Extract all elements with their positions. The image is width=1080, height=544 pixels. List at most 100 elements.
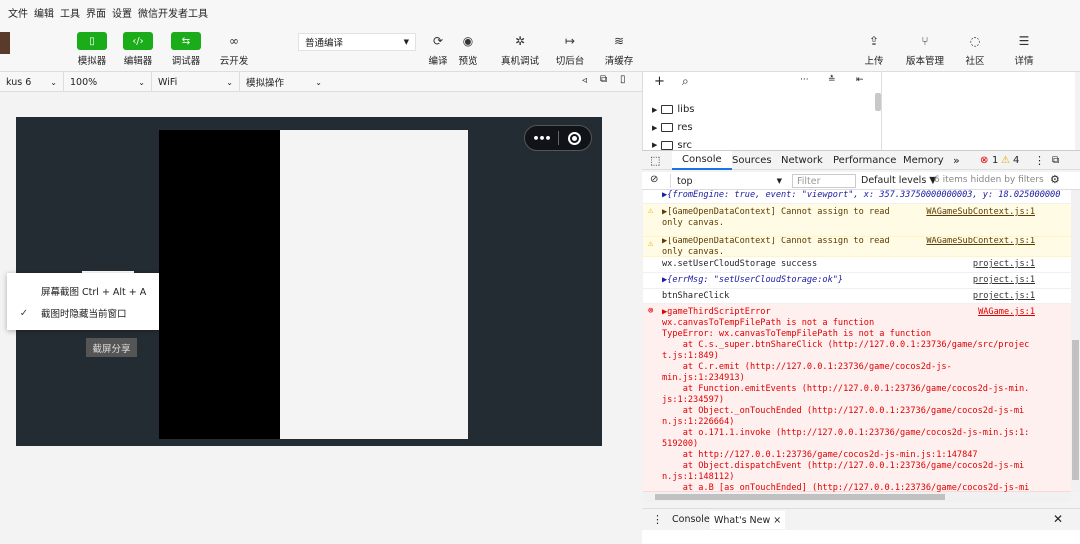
console-scrollbar[interactable]	[1072, 340, 1079, 480]
drawer-tab-console[interactable]: Console	[672, 514, 710, 525]
caret-right-icon: ▶	[652, 105, 658, 114]
upload-button[interactable]: ⇪ 上传	[852, 32, 896, 67]
simulator-button[interactable]: ▯ 模拟器	[70, 32, 114, 67]
gear-icon[interactable]: ⚙	[1050, 173, 1060, 186]
tab-console[interactable]: Console	[672, 151, 732, 170]
tab-sources[interactable]: Sources	[732, 151, 772, 170]
compile-mode-value: 普通编译	[305, 38, 344, 49]
context-select[interactable]: top ▼	[670, 174, 788, 188]
operation-select[interactable]: 模拟操作 ⌄	[240, 72, 328, 92]
network-select[interactable]: WiFi ⌄	[152, 72, 240, 92]
clear-cache-button[interactable]: ≋ 清缓存	[597, 32, 641, 67]
console-message: ▶[GameOpenDataContext] Cannot assign to …	[662, 237, 890, 257]
cloud-dev-button[interactable]: ∞ 云开发	[212, 32, 256, 67]
folder-icon	[661, 123, 674, 132]
compile-mode-select[interactable]: 普通编译 ▼	[298, 33, 416, 51]
console-filter-input[interactable]: Filter	[792, 174, 856, 188]
tab-performance[interactable]: Performance	[833, 151, 896, 170]
editor-button[interactable]: ‹/› 编辑器	[116, 32, 160, 67]
volume-icon[interactable]: ◃	[582, 75, 587, 86]
device-value: kus 6	[6, 76, 32, 88]
community-button[interactable]: ◌ 社区	[953, 32, 997, 67]
error-count: 1	[992, 155, 999, 166]
source-link[interactable]: WAGame.js:1	[978, 307, 1035, 317]
tree-folder-res[interactable]: ▶ res	[652, 122, 693, 133]
more-icon[interactable]: ···	[800, 75, 809, 85]
drawer-content	[642, 530, 1080, 544]
operation-value: 模拟操作	[246, 78, 285, 89]
drawer-menu-icon[interactable]: ⋮	[652, 513, 663, 526]
more-icon[interactable]: •••	[525, 132, 558, 145]
add-icon[interactable]: +	[654, 74, 665, 89]
console-message: ▶[GameOpenDataContext] Cannot assign to …	[662, 207, 890, 228]
console-message: ▶gameThirdScriptError wx.canvasToTempFil…	[662, 307, 1030, 492]
console-row-error[interactable]: ⊗ ▶gameThirdScriptError wx.canvasToTempF…	[643, 304, 1071, 492]
upload-icon: ⇪	[868, 34, 880, 48]
console-row-log[interactable]: ▶{fromEngine: true, event: "viewport", x…	[643, 190, 1071, 204]
tree-folder-libs[interactable]: ▶ libs	[652, 104, 695, 115]
tab-memory[interactable]: Memory	[903, 151, 944, 170]
drawer-tab-whats-new[interactable]: What's New ×	[710, 511, 786, 529]
tab-label: Console	[682, 154, 722, 165]
menu-file[interactable]: 文件	[8, 5, 28, 20]
sort-icon[interactable]: ≛	[828, 75, 836, 85]
error-icon[interactable]: ⊗	[980, 151, 988, 170]
more-tabs-icon[interactable]: »	[953, 151, 960, 170]
tab-network[interactable]: Network	[781, 151, 823, 170]
search-icon[interactable]: ⌕	[682, 74, 689, 89]
switch-background-button[interactable]: ↦ 切后台	[548, 32, 592, 67]
real-device-debug-label: 真机调试	[500, 56, 539, 67]
menu-view[interactable]: 界面	[86, 5, 106, 20]
menu-item-screenshot[interactable]: 屏幕截图 Ctrl + Alt + A	[7, 281, 159, 301]
menu-item-hide-window[interactable]: ✓ 截图时隐藏当前窗口	[7, 303, 159, 323]
real-device-debug-button[interactable]: ✲ 真机调试	[498, 32, 542, 67]
close-icon[interactable]	[559, 131, 591, 145]
chevron-down-icon: ⌄	[315, 77, 322, 87]
debugger-button[interactable]: ⇆ 调试器	[164, 32, 208, 67]
source-link[interactable]: project.js:1	[973, 275, 1035, 285]
kebab-menu-icon[interactable]: ⋮	[1034, 151, 1045, 170]
devtools-tab-bar: ⬚ Console Sources Network Performance Me…	[642, 150, 1080, 170]
menu-wechat-devtools[interactable]: 微信开发者工具	[138, 5, 208, 20]
source-link[interactable]: WAGameSubContext.js:1	[926, 207, 1035, 217]
check-icon: ✓	[19, 307, 29, 319]
menu-edit[interactable]: 编辑	[34, 5, 54, 20]
chevron-down-icon: ⌄	[138, 77, 145, 87]
tree-folder-src[interactable]: ▶ src	[652, 140, 692, 150]
version-control-button[interactable]: ⑂ 版本管理	[903, 32, 947, 67]
project-avatar[interactable]	[0, 32, 10, 54]
source-link[interactable]: project.js:1	[973, 291, 1035, 301]
main-toolbar: ▯ 模拟器 ‹/› 编辑器 ⇆ 调试器 ∞ 云开发 普通编译 ▼ ⟳ 编译 ◉ …	[0, 24, 1080, 72]
menu-tools[interactable]: 工具	[60, 5, 80, 20]
editor-label: 编辑器	[123, 56, 153, 67]
source-link[interactable]: project.js:1	[973, 259, 1035, 269]
warning-icon[interactable]: ⚠	[1001, 151, 1010, 170]
cloud-dev-label: 云开发	[219, 56, 249, 67]
console-row-log[interactable]: ▶{errMsg: "setUserCloudStorage:ok"} proj…	[643, 273, 1071, 289]
collapse-icon[interactable]: ⇤	[856, 75, 864, 85]
close-icon[interactable]: ✕	[1053, 512, 1063, 526]
console-row-log[interactable]: btnShareClick project.js:1	[643, 289, 1071, 304]
device-select[interactable]: kus 6 ⌄	[0, 72, 64, 92]
inspect-icon[interactable]: ⬚	[650, 151, 660, 170]
console-row-warning[interactable]: ⚠ ▶[GameOpenDataContext] Cannot assign t…	[643, 204, 1071, 237]
window-icon[interactable]: ⧉	[600, 74, 607, 85]
undock-icon[interactable]: ⧉	[1052, 151, 1059, 170]
menu-settings[interactable]: 设置	[112, 5, 132, 20]
console-row-warning[interactable]: ⚠ ▶[GameOpenDataContext] Cannot assign t…	[643, 237, 1071, 257]
console-row-log[interactable]: wx.setUserCloudStorage success project.j…	[643, 257, 1071, 273]
community-label: 社区	[965, 56, 985, 67]
source-link[interactable]: WAGameSubContext.js:1	[926, 237, 1035, 246]
file-tree-scrollbar[interactable]	[875, 93, 881, 111]
preview-button[interactable]: ◉ 预览	[446, 32, 490, 67]
details-button[interactable]: ☰ 详情	[1002, 32, 1046, 67]
console-hscrollbar[interactable]	[655, 494, 945, 500]
log-levels-select[interactable]: Default levels ▼	[861, 175, 937, 186]
dock-icon[interactable]: ▯	[620, 74, 626, 85]
clear-console-icon[interactable]: ⊘	[650, 174, 658, 185]
zoom-select[interactable]: 100% ⌄	[64, 72, 152, 92]
screenshot-share-button[interactable]: 截屏分享	[86, 338, 137, 357]
simulator-options-bar: kus 6 ⌄ 100% ⌄ WiFi ⌄ 模拟操作 ⌄ ◃ ⧉ ▯	[0, 72, 642, 92]
menu-item-label: 屏幕截图 Ctrl + Alt + A	[41, 287, 147, 298]
folder-label: res	[677, 122, 693, 133]
